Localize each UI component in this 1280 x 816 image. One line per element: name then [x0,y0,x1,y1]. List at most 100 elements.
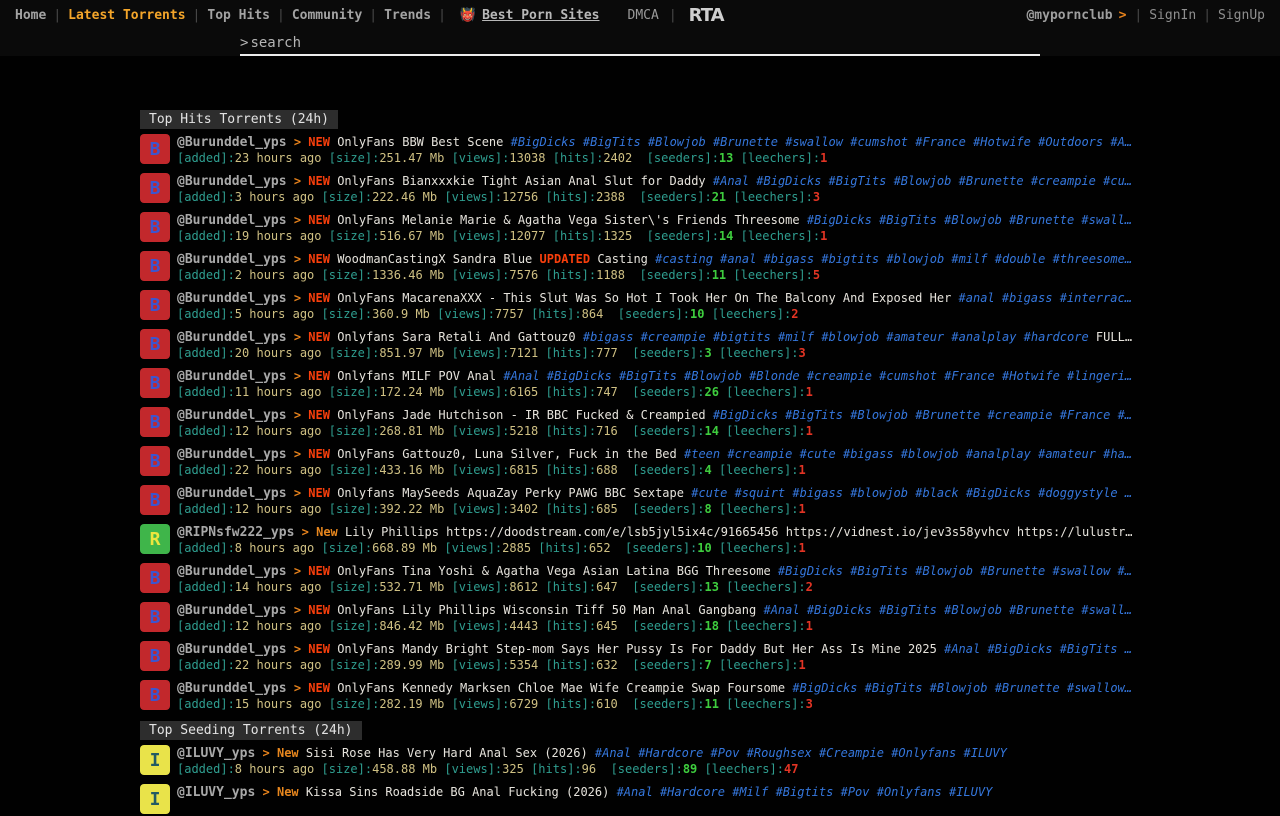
tag-link[interactable]: #cumshot [850,135,908,149]
tag-link[interactable]: #ILUVY [963,746,1006,760]
tag-link[interactable]: #bigass [764,252,815,266]
uploader-link[interactable]: @Burunddel_yps [177,681,287,696]
tag-link[interactable]: #Hotwife [1002,369,1060,383]
uploader-link[interactable]: @Burunddel_yps [177,252,287,267]
tag-link[interactable]: #interrac… [1060,291,1132,305]
tag-link[interactable]: #anal [720,252,756,266]
torrent-title[interactable]: Onlyfans Sara Retali And Gattouz0 [337,330,575,344]
uploader-avatar[interactable]: B [140,368,170,398]
tag-link[interactable]: #BigDicks [807,213,872,227]
tag-link[interactable]: #Hardcore [638,746,703,760]
tag-link[interactable]: #threesome… [1053,252,1132,266]
tag-link[interactable]: #creampie [641,330,706,344]
nav-item-home[interactable]: Home [15,8,46,23]
uploader-avatar[interactable]: B [140,485,170,515]
tag-link[interactable]: #… [1118,564,1132,578]
uploader-link[interactable]: @RIPNsfw222_yps [177,525,294,540]
tag-link[interactable]: #BigDicks [807,603,872,617]
tag-link[interactable]: #Creampie [819,746,884,760]
tag-link[interactable]: #hardcore [1024,330,1089,344]
tag-link[interactable]: #Pov [841,785,870,799]
tag-link[interactable]: #BigTits [619,369,677,383]
uploader-link[interactable]: @Burunddel_yps [177,603,287,618]
tag-link[interactable]: #BigDicks [987,642,1052,656]
tag-link[interactable]: #Hardcore [660,785,725,799]
uploader-avatar[interactable]: B [140,173,170,203]
torrent-title[interactable]: Lily Phillips https://doodstream.com/e/l… [345,525,1132,539]
tag-link[interactable]: #bigtits [821,252,879,266]
tag-link[interactable]: #creampie [1031,174,1096,188]
nav-item-trends[interactable]: Trends [384,8,431,23]
torrent-title[interactable]: Casting [597,252,648,266]
tag-link[interactable]: #BigTits [879,213,937,227]
tag-link[interactable]: #swallow… [1067,681,1132,695]
tag-link[interactable]: #bigass [792,486,843,500]
torrent-title[interactable]: OnlyFans Mandy Bright Step-mom Says Her … [337,642,937,656]
torrent-title[interactable]: OnlyFans MacarenaXXX - This Slut Was So … [337,291,951,305]
tag-link[interactable]: #Brunette [959,174,1024,188]
tag-link[interactable]: #analplay [966,447,1031,461]
tag-link[interactable]: #A… [1110,135,1132,149]
tag-link[interactable]: #blowjob [901,447,959,461]
tag-link[interactable]: #BigTits [850,564,908,578]
tag-link[interactable]: #swall… [1081,603,1132,617]
tag-link[interactable]: #Blowjob [894,174,952,188]
tag-link[interactable]: #BigDicks [547,369,612,383]
tag-link[interactable]: #cumshot [879,369,937,383]
tag-link[interactable]: #BigDicks [966,486,1031,500]
tag-link[interactable]: #Blowjob [915,564,973,578]
tag-link[interactable]: #Anal [763,603,799,617]
tag-link[interactable]: #doggystyle [1038,486,1117,500]
tag-link[interactable]: #Onlyfans [891,746,956,760]
tag-link[interactable]: #BigTits [785,408,843,422]
dmca-link[interactable]: DMCA [628,8,659,23]
tag-link[interactable]: #black [915,486,958,500]
promo-link[interactable]: 👹 Best Porn Sites [460,8,600,23]
torrent-title[interactable]: OnlyFans Lily Phillips Wisconsin Tiff 50… [337,603,756,617]
uploader-link[interactable]: @Burunddel_yps [177,642,287,657]
uploader-avatar[interactable]: B [140,329,170,359]
torrent-title[interactable]: OnlyFans Bianxxxkie Tight Asian Anal Slu… [337,174,705,188]
nav-item-latest-torrents[interactable]: Latest Torrents [68,8,185,23]
tag-link[interactable]: #bigass [583,330,634,344]
uploader-link[interactable]: @Burunddel_yps [177,330,287,345]
tag-link[interactable]: #Blowjob [648,135,706,149]
account-label[interactable]: @mypornclub [1026,8,1112,23]
tag-link[interactable]: #double [995,252,1046,266]
uploader-avatar[interactable]: I [140,784,170,814]
tag-link[interactable]: #Brunette [1009,603,1074,617]
tag-link[interactable]: #amateur [886,330,944,344]
tag-link[interactable]: #Brunette [915,408,980,422]
tag-link[interactable]: #swall… [1081,213,1132,227]
tag-link[interactable]: #Blowjob [850,408,908,422]
signup-link[interactable]: SignUp [1218,8,1265,23]
tag-link[interactable]: #Brunette [1009,213,1074,227]
tag-link[interactable]: #Blowjob [944,213,1002,227]
tag-link[interactable]: #BigDicks [756,174,821,188]
signin-link[interactable]: SignIn [1149,8,1196,23]
tag-link[interactable]: #Brunette [980,564,1045,578]
uploader-avatar[interactable]: B [140,680,170,710]
tag-link[interactable]: #Blowjob [684,369,742,383]
uploader-avatar[interactable]: B [140,212,170,242]
tag-link[interactable]: #BigTits [583,135,641,149]
tag-link[interactable]: #ILUVY [949,785,992,799]
tag-link[interactable]: #Brunette [713,135,778,149]
tag-link[interactable]: #France [915,135,966,149]
torrent-title[interactable]: Sisi Rose Has Very Hard Anal Sex (2026) [306,746,588,760]
tag-link[interactable]: #casting [655,252,713,266]
tag-link[interactable]: #amateur [1038,447,1096,461]
uploader-link[interactable]: @Burunddel_yps [177,486,287,501]
tag-link[interactable]: #Blowjob [930,681,988,695]
tag-link[interactable]: #BigTits [1060,642,1118,656]
uploader-avatar[interactable]: B [140,134,170,164]
uploader-link[interactable]: @ILUVY_yps [177,746,255,761]
tag-link[interactable]: #bigtits [713,330,771,344]
tag-link[interactable]: #creampie [988,408,1053,422]
torrent-title[interactable]: OnlyFans Kennedy Marksen Chloe Mae Wife … [337,681,785,695]
tag-link[interactable]: #swallow [785,135,843,149]
tag-link[interactable]: #analplay [951,330,1016,344]
torrent-title[interactable]: Kissa Sins Roadside BG Anal Fucking (202… [306,785,609,799]
tag-link[interactable]: … [1125,642,1132,656]
tag-link[interactable]: #Hotwife [973,135,1031,149]
